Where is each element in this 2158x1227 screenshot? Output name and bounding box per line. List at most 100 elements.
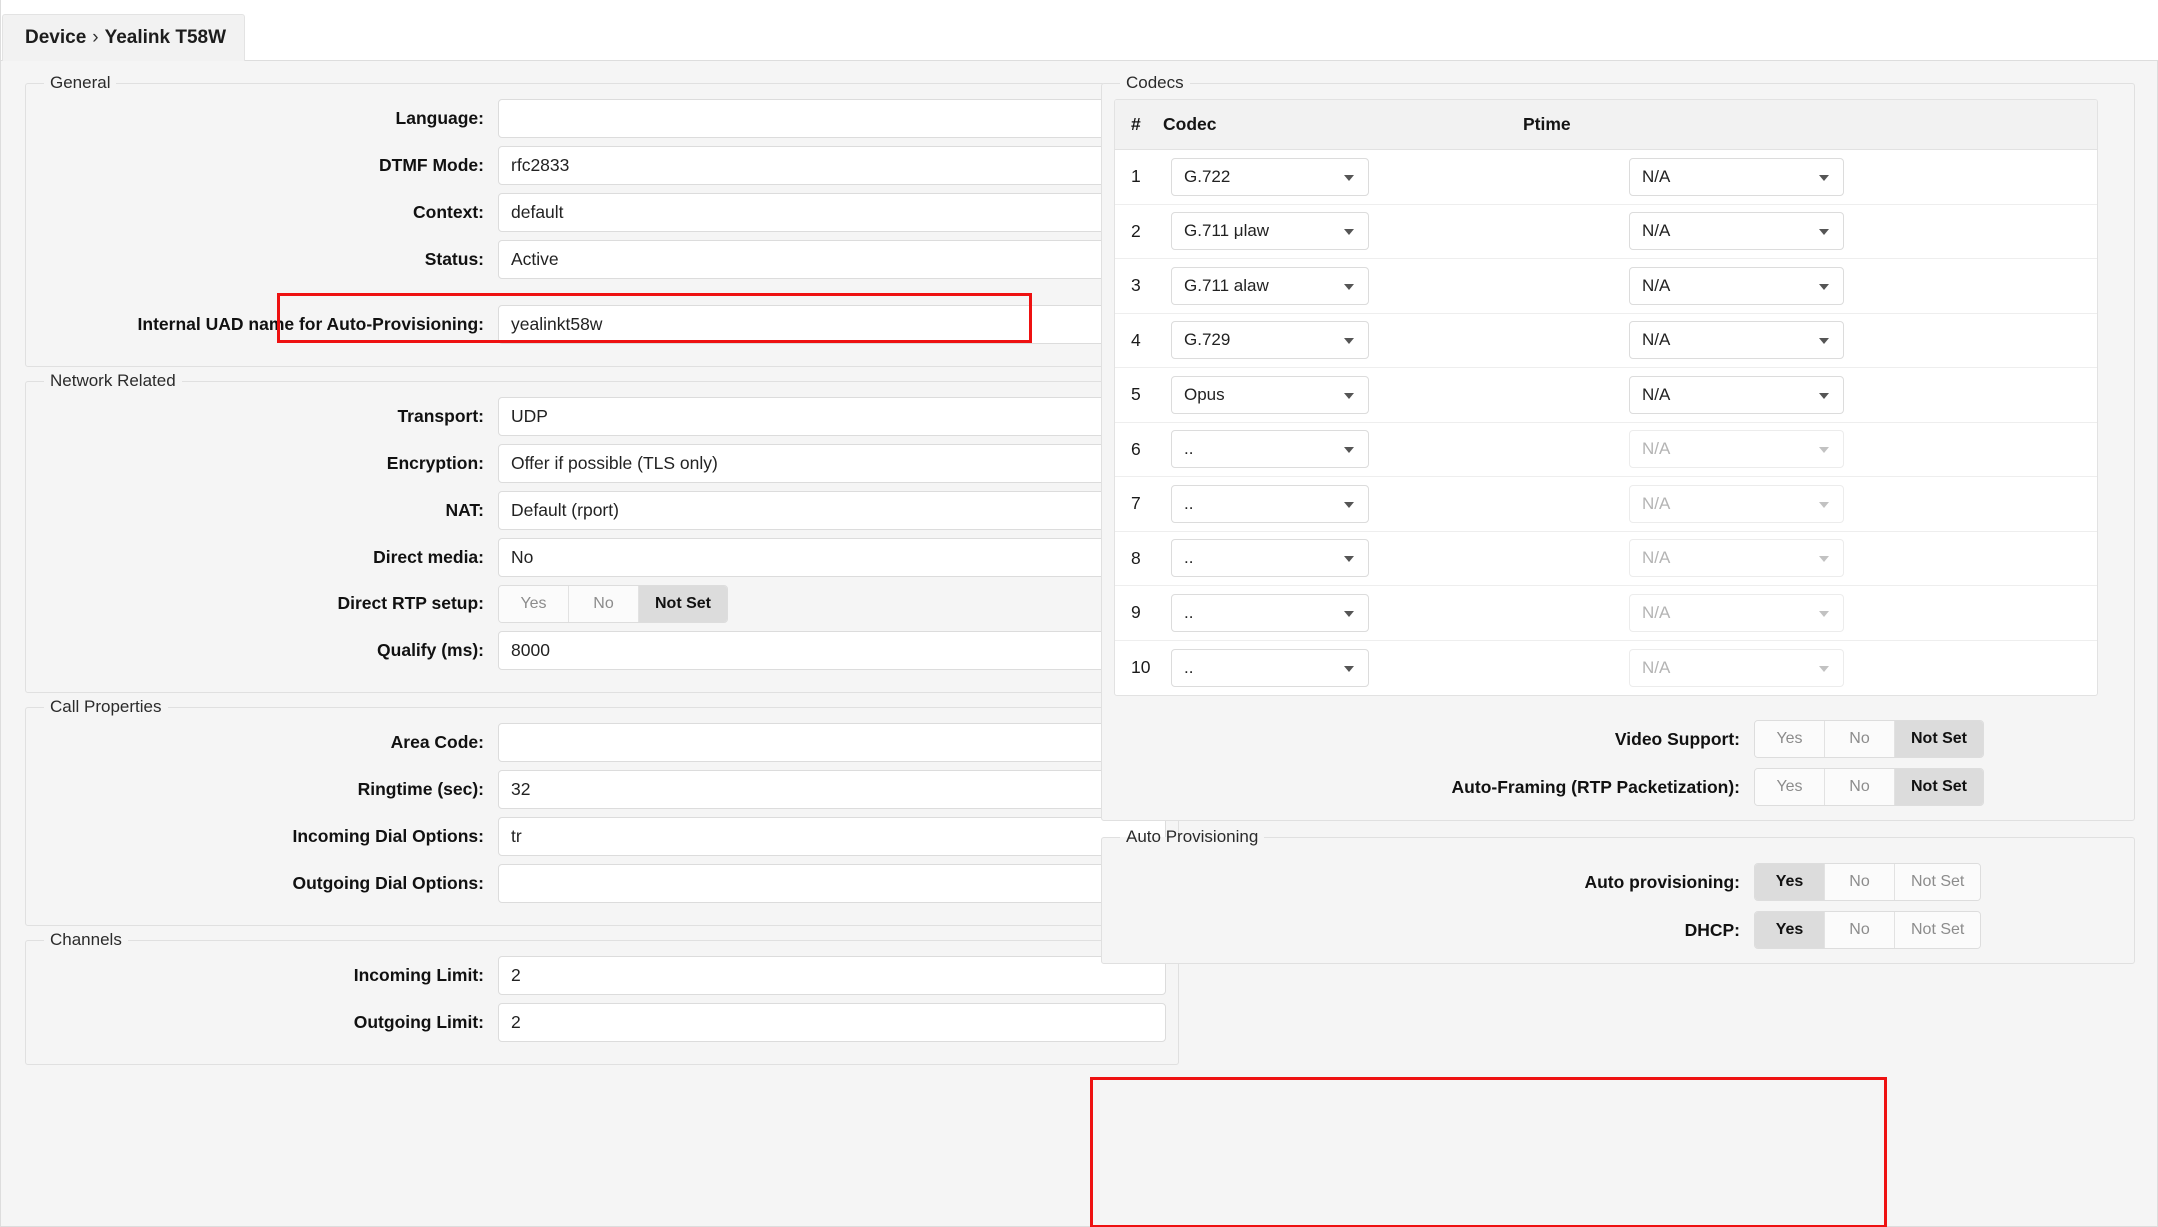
toggle-video-support[interactable]: Yes No Not Set (1754, 720, 1984, 758)
label-internal-uad-name: Internal UAD name for Auto-Provisioning: (137, 313, 484, 334)
label-context: Context: (413, 201, 484, 222)
column-header-index: # (1131, 114, 1141, 134)
toggle-direct-rtp-setup-notset[interactable]: Not Set (639, 586, 727, 622)
select-dtmf-mode[interactable]: rfc2833 (498, 146, 1166, 185)
toggle-auto-framing-notset[interactable]: Not Set (1895, 769, 1983, 805)
field-language: Language: (38, 99, 1166, 138)
toggle-dhcp-no[interactable]: No (1825, 912, 1895, 948)
highlight-auto-provisioning-section (1090, 1077, 1887, 1227)
toggle-auto-framing-no[interactable]: No (1825, 769, 1895, 805)
input-outgoing-limit[interactable]: 2 (498, 1003, 1166, 1042)
codecs-table-header: # Codec Ptime (1115, 100, 2097, 150)
label-status: Status: (424, 248, 484, 269)
select-codec[interactable]: .. (1171, 593, 1369, 632)
label-outgoing-limit: Outgoing Limit: (353, 1011, 484, 1032)
legend-channels: Channels (50, 930, 122, 949)
select-codec[interactable]: Opus (1171, 375, 1369, 414)
label-ringtime: Ringtime (sec): (357, 778, 484, 799)
select-codec[interactable]: .. (1171, 430, 1369, 469)
codec-row-index: 2 (1131, 220, 1141, 241)
label-direct-rtp-setup: Direct RTP setup: (337, 593, 484, 614)
select-ptime: N/A (1629, 539, 1844, 578)
toggle-auto-provisioning-yes[interactable]: Yes (1755, 864, 1825, 900)
select-codec[interactable]: G.711 alaw (1171, 266, 1369, 305)
toggle-auto-provisioning-notset[interactable]: Not Set (1895, 864, 1981, 900)
label-dhcp: DHCP: (1684, 919, 1740, 940)
select-ptime: N/A (1629, 484, 1844, 523)
toggle-auto-provisioning-no[interactable]: No (1825, 864, 1895, 900)
input-qualify-ms[interactable]: 8000 (498, 631, 1166, 670)
label-qualify-ms: Qualify (ms): (377, 639, 484, 660)
legend-network-related: Network Related (50, 371, 176, 390)
select-ptime[interactable]: N/A (1629, 375, 1844, 414)
table-row: 2 G.711 μlaw N/A (1115, 205, 2097, 259)
toggle-dhcp-notset[interactable]: Not Set (1895, 912, 1981, 948)
input-context[interactable]: default (498, 193, 1166, 232)
toggle-video-support-no[interactable]: No (1825, 721, 1895, 757)
label-incoming-dial-options: Incoming Dial Options: (292, 825, 484, 846)
fieldset-general: General Language: DTMF Mode: rfc2833 Con… (25, 73, 1179, 367)
field-outgoing-dial-options: Outgoing Dial Options: (38, 864, 1166, 903)
select-ptime[interactable]: N/A (1629, 212, 1844, 251)
label-direct-media: Direct media: (373, 546, 484, 567)
select-ptime[interactable]: N/A (1629, 157, 1844, 196)
toggle-direct-rtp-setup[interactable]: Yes No Not Set (498, 585, 728, 623)
field-incoming-limit: Incoming Limit: 2 (38, 956, 1166, 995)
input-ringtime[interactable]: 32 (498, 770, 1166, 809)
select-codec[interactable]: .. (1171, 484, 1369, 523)
field-incoming-dial-options: Incoming Dial Options: tr (38, 817, 1166, 856)
select-encryption[interactable]: Offer if possible (TLS only) (498, 444, 1166, 483)
select-codec[interactable]: .. (1171, 539, 1369, 578)
toggle-video-support-yes[interactable]: Yes (1755, 721, 1825, 757)
select-internal-uad-name[interactable]: yealinkt58w (498, 305, 1166, 344)
input-incoming-dial-options[interactable]: tr (498, 817, 1166, 856)
toggle-direct-rtp-setup-no[interactable]: No (569, 586, 639, 622)
select-ptime[interactable]: N/A (1629, 266, 1844, 305)
label-language: Language: (395, 107, 484, 128)
toggle-dhcp[interactable]: Yes No Not Set (1754, 911, 1982, 949)
select-transport[interactable]: UDP (498, 397, 1166, 436)
select-codec[interactable]: G.711 μlaw (1171, 212, 1369, 251)
select-codec[interactable]: G.722 (1171, 157, 1369, 196)
table-row: 7 .. N/A (1115, 477, 2097, 532)
table-row: 10 .. N/A (1115, 641, 2097, 696)
input-incoming-limit[interactable]: 2 (498, 956, 1166, 995)
toggle-auto-provisioning[interactable]: Yes No Not Set (1754, 863, 1982, 901)
fieldset-auto-provisioning: Auto Provisioning Auto provisioning: Yes… (1101, 827, 2135, 964)
select-status[interactable]: Active (498, 240, 1166, 279)
field-transport: Transport: UDP (38, 397, 1166, 436)
field-dtmf-mode: DTMF Mode: rfc2833 (38, 146, 1166, 185)
label-encryption: Encryption: (386, 452, 484, 473)
select-direct-media[interactable]: No (498, 538, 1166, 577)
select-codec[interactable]: G.729 (1171, 321, 1369, 360)
codec-row-index: 1 (1131, 166, 1141, 187)
select-codec[interactable]: .. (1171, 648, 1369, 687)
input-area-code[interactable] (498, 723, 1166, 762)
label-incoming-limit: Incoming Limit: (353, 964, 484, 985)
codec-row-index: 5 (1131, 384, 1141, 405)
field-direct-rtp-setup: Direct RTP setup: Yes No Not Set (38, 585, 1166, 623)
codec-row-index: 3 (1131, 275, 1141, 296)
table-row: 3 G.711 alaw N/A (1115, 259, 2097, 314)
toggle-auto-framing-yes[interactable]: Yes (1755, 769, 1825, 805)
table-row: 6 .. N/A (1115, 423, 2097, 477)
select-ptime[interactable]: N/A (1629, 321, 1844, 360)
column-header-ptime: Ptime (1523, 114, 1571, 134)
field-outgoing-limit: Outgoing Limit: 2 (38, 1003, 1166, 1042)
table-row: 1 G.722 N/A (1115, 150, 2097, 205)
breadcrumb-device-name: Yealink T58W (104, 27, 227, 48)
codec-row-index: 7 (1131, 493, 1141, 514)
codecs-table: # Codec Ptime 1 G.722 N/A 2 G.711 μlaw N… (1114, 99, 2098, 696)
toggle-dhcp-yes[interactable]: Yes (1755, 912, 1825, 948)
toggle-direct-rtp-setup-yes[interactable]: Yes (499, 586, 569, 622)
input-language[interactable] (498, 99, 1166, 138)
column-header-codec: Codec (1163, 114, 1217, 134)
input-outgoing-dial-options[interactable] (498, 864, 1166, 903)
select-nat[interactable]: Default (rport) (498, 491, 1166, 530)
toggle-video-support-notset[interactable]: Not Set (1895, 721, 1983, 757)
device-settings-page: Device › Yealink T58W General Language: DT… (0, 0, 2158, 1227)
label-auto-framing: Auto-Framing (RTP Packetization): (1451, 776, 1740, 797)
toggle-auto-framing[interactable]: Yes No Not Set (1754, 768, 1984, 806)
tab-device-yealink-t58w[interactable]: Device › Yealink T58W (2, 14, 246, 61)
fieldset-network-related: Network Related Transport: UDP Encryptio… (25, 371, 1179, 693)
